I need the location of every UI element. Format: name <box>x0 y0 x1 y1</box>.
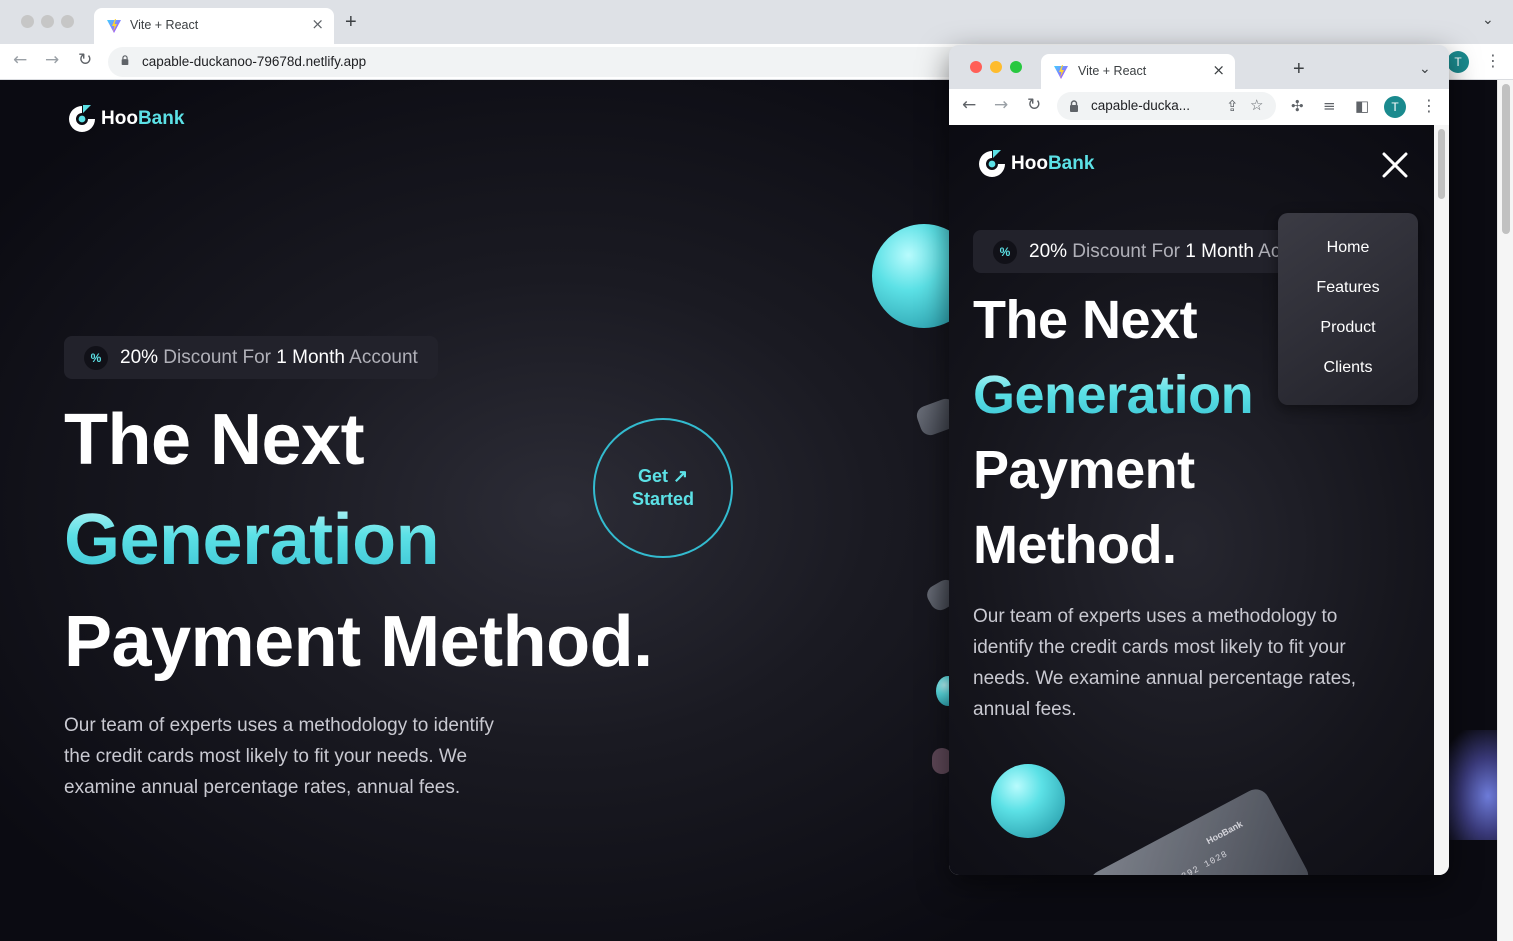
get-started-label-line2: Started <box>631 489 694 509</box>
hoobank-logo-icon <box>69 105 95 132</box>
side-panel-icon[interactable]: ◧ <box>1355 97 1369 115</box>
popup-url-text: capable-ducka... <box>1091 98 1191 113</box>
hero-title-line3: Payment Method. <box>64 602 653 682</box>
discount-percent: 20% <box>1029 240 1068 262</box>
popup-close-tab-icon[interactable]: × <box>1212 61 1225 79</box>
hero-description-line: the credit cards most likely to fit your… <box>64 746 468 767</box>
popup-address-bar[interactable]: capable-ducka... ⇪ ☆ <box>1057 92 1276 120</box>
bookmark-star-icon[interactable]: ☆ <box>1250 96 1263 114</box>
discount-months: 1 Month <box>276 346 345 368</box>
hero-description-line: examine annual percentage rates, annual … <box>64 777 461 798</box>
main-tab[interactable]: Vite + React × <box>94 8 334 44</box>
popup-profile-avatar[interactable]: T <box>1384 96 1406 118</box>
nav-item-home[interactable]: Home <box>1278 239 1418 257</box>
decorative-credit-card: 1833 7163 3892 1028 HooBank <box>1084 784 1314 875</box>
popup-close-window-button[interactable] <box>970 61 982 73</box>
popup-browser-menu-icon[interactable]: ⋮ <box>1421 96 1437 115</box>
popup-reload-icon[interactable]: ↻ <box>1027 95 1041 115</box>
nav-item-product[interactable]: Product <box>1278 319 1418 337</box>
hoobank-logo-icon <box>979 150 1005 177</box>
nav-item-features[interactable]: Features <box>1278 279 1418 297</box>
popup-tab-title: Vite + React <box>1078 64 1147 78</box>
media-queue-icon[interactable]: ≡ <box>1323 97 1336 115</box>
discount-icon: % <box>84 345 108 370</box>
extensions-puzzle-icon[interactable]: ✣ <box>1291 97 1304 115</box>
share-icon[interactable]: ⇪ <box>1226 97 1239 115</box>
hero-description-line: needs. We examine annual percentage rate… <box>973 668 1357 689</box>
discount-percent: 20% <box>120 346 159 368</box>
hero-title-line1: The Next <box>64 400 365 480</box>
main-scrollbar-thumb[interactable] <box>1502 84 1510 234</box>
discount-mid: Discount For <box>1067 240 1186 262</box>
lock-icon <box>1070 100 1078 112</box>
get-started-label-line1: Get ↗ <box>637 466 689 486</box>
discount-icon: % <box>993 239 1017 264</box>
nav-item-clients[interactable]: Clients <box>1278 359 1418 377</box>
popup-back-arrow-icon[interactable]: ← <box>962 95 976 115</box>
hero-title-line2: Generation <box>64 490 440 590</box>
browser-menu-icon[interactable]: ⋮ <box>1485 51 1501 70</box>
card-number: 1833 7163 3892 1028 <box>1118 849 1230 875</box>
popup-hero-line4: Method. <box>973 515 1177 575</box>
hero-description: Our team of experts uses a methodology t… <box>64 710 494 803</box>
hoobank-logo[interactable]: Hoo Bank <box>66 103 184 135</box>
popup-hero-line1: The Next <box>973 290 1198 350</box>
get-started-button[interactable]: Get ↗ Started <box>593 418 733 558</box>
new-tab-button[interactable]: + <box>345 11 357 34</box>
hero-description-line: annual fees. <box>973 699 1077 720</box>
logo-text-hoo: Hoo <box>1011 153 1048 174</box>
discount-mid: Discount For <box>158 346 277 368</box>
hero-description-line: identify the credit cards most likely to… <box>973 637 1346 658</box>
popup-scrollbar[interactable] <box>1434 125 1449 875</box>
profile-avatar[interactable]: T <box>1447 51 1469 73</box>
hero-description-line: Our team of experts uses a methodology t… <box>973 606 1338 627</box>
card-brand: HooBank <box>1204 818 1245 847</box>
popup-zoom-window-button[interactable] <box>1010 61 1022 73</box>
decorative-sphere <box>991 764 1065 838</box>
url-text: capable-duckanoo-79678d.netlify.app <box>142 54 367 69</box>
vite-favicon-icon <box>107 19 121 33</box>
popup-hero-line2: Generation <box>973 358 1254 433</box>
tab-search-chevron-icon[interactable]: ⌄ <box>1482 12 1494 28</box>
discount-tail: Account <box>344 346 418 368</box>
minimize-window-button[interactable] <box>41 15 54 28</box>
logo-text-bank: Bank <box>137 108 185 129</box>
reload-icon[interactable]: ↻ <box>78 50 92 70</box>
forward-arrow-icon[interactable]: → <box>45 50 59 70</box>
popup-forward-arrow-icon[interactable]: → <box>994 95 1008 115</box>
close-menu-icon[interactable] <box>1380 150 1410 180</box>
popup-browser-window: Vite + React × + ⌄ ← → ↻ capable-ducka..… <box>949 45 1449 875</box>
popup-tab[interactable]: Vite + React × <box>1041 54 1235 90</box>
logo-text-bank: Bank <box>1047 153 1095 174</box>
popup-hero-description: Our team of experts uses a methodology t… <box>973 601 1356 725</box>
main-scrollbar[interactable] <box>1497 80 1513 941</box>
discount-tail: Ac <box>1253 240 1281 262</box>
popup-hoobank-page: Hoo Bank % 20% Discount For 1 Month Ac Th… <box>949 125 1434 875</box>
popup-hero-line3: Payment <box>973 440 1195 500</box>
discount-badge: % 20% Discount For 1 Month Ac <box>973 230 1293 273</box>
back-arrow-icon[interactable]: ← <box>13 50 27 70</box>
main-tab-bar: Vite + React × + ⌄ <box>0 0 1513 44</box>
vite-favicon-icon <box>1054 65 1068 79</box>
main-tab-title: Vite + React <box>130 18 199 32</box>
popup-toolbar: ← → ↻ capable-ducka... ⇪ ☆ ✣ ≡ ◧ T ⋮ <box>949 89 1449 125</box>
close-tab-icon[interactable]: × <box>311 15 324 33</box>
popup-minimize-window-button[interactable] <box>990 61 1002 73</box>
hero-description-line: Our team of experts uses a methodology t… <box>64 715 494 736</box>
popup-new-tab-button[interactable]: + <box>1293 58 1305 81</box>
close-window-button[interactable] <box>21 15 34 28</box>
lock-icon <box>121 55 129 65</box>
popup-tab-search-chevron-icon[interactable]: ⌄ <box>1419 61 1431 77</box>
popup-scrollbar-thumb[interactable] <box>1438 129 1445 199</box>
mobile-nav-menu: Home Features Product Clients <box>1278 213 1418 405</box>
zoom-window-button[interactable] <box>61 15 74 28</box>
discount-months: 1 Month <box>1185 240 1254 262</box>
discount-badge: % 20% Discount For 1 Month Account <box>64 336 438 379</box>
logo-text-hoo: Hoo <box>101 108 138 129</box>
hoobank-logo[interactable]: Hoo Bank <box>976 148 1094 180</box>
